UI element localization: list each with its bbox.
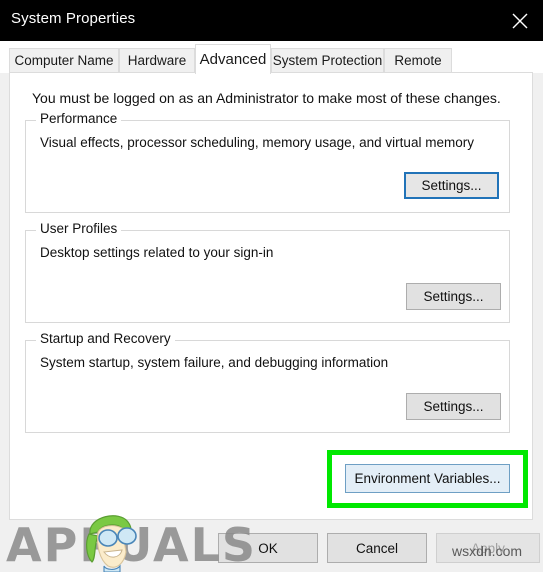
tab-remote-label: Remote [394,53,442,68]
administrator-note: You must be logged on as an Administrato… [32,90,501,106]
user-profiles-group: User Profiles Desktop settings related t… [25,221,510,323]
cancel-button[interactable]: Cancel [327,533,427,563]
title-bar: System Properties [0,0,543,41]
user-profiles-group-title: User Profiles [36,221,122,236]
tab-system-protection[interactable]: System Protection [271,48,384,73]
tab-advanced[interactable]: Advanced [195,44,271,74]
ok-button[interactable]: OK [218,533,318,563]
tab-hardware[interactable]: Hardware [119,48,195,73]
tab-strip: Computer Name Hardware Advanced System P… [0,41,543,74]
system-properties-window: System Properties Computer Name Hardware… [0,0,543,572]
close-icon[interactable] [497,0,543,41]
window-title: System Properties [11,10,136,27]
performance-group-title: Performance [36,111,122,126]
environment-variables-label: Environment Variables... [354,471,501,486]
performance-group: Performance Visual effects, processor sc… [25,111,510,213]
apply-label: Apply [471,540,505,556]
ok-label: OK [258,540,278,556]
user-profiles-group-description: Desktop settings related to your sign-in [40,245,274,260]
apply-button: Apply [436,533,540,563]
tab-system-protection-label: System Protection [272,53,383,68]
startup-recovery-group: Startup and Recovery System startup, sys… [25,331,510,433]
startup-recovery-settings-label: Settings... [423,399,484,414]
user-profiles-settings-label: Settings... [423,289,484,304]
performance-settings-label: Settings... [421,178,482,193]
startup-recovery-settings-button[interactable]: Settings... [406,393,501,420]
cancel-label: Cancel [355,540,399,556]
close-glyph [512,13,528,29]
environment-variables-button[interactable]: Environment Variables... [345,464,510,493]
tab-computer-name-label: Computer Name [14,53,114,68]
tab-computer-name[interactable]: Computer Name [9,48,119,73]
performance-group-description: Visual effects, processor scheduling, me… [40,135,474,150]
startup-recovery-group-description: System startup, system failure, and debu… [40,355,389,370]
tab-hardware-label: Hardware [127,53,187,68]
user-profiles-settings-button[interactable]: Settings... [406,283,501,310]
startup-recovery-group-title: Startup and Recovery [36,331,175,346]
tab-advanced-label: Advanced [199,51,267,68]
performance-settings-button[interactable]: Settings... [404,172,499,199]
tab-remote[interactable]: Remote [384,48,452,73]
